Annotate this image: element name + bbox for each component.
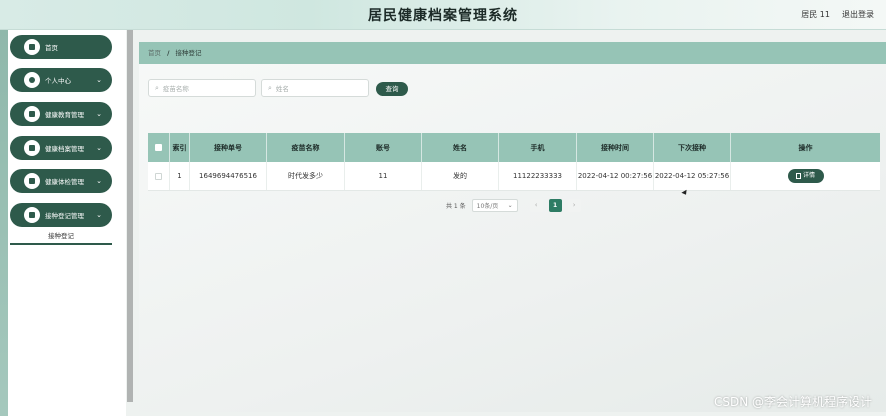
document-icon [795,173,801,179]
current-user: 居民 11 [801,10,830,19]
column-header: 操作 [798,143,813,152]
cell-phone: 11122233333 [499,162,577,190]
breadcrumb-home[interactable]: 首页 [148,49,161,57]
cell-account: 11 [345,162,422,190]
vaccine-name-placeholder: 疫苗名称 [162,85,189,93]
top-header: 居民健康档案管理系统 居民 11 退出登录 [0,0,886,30]
column-header[interactable]: 接种单号 [190,133,267,162]
vaccination-table: 索引 接种单号 疫苗名称 账号 姓名 手机 接种时间 下次接种 操作 1 164… [148,133,880,191]
select-all-cell [148,133,170,162]
cell-vaccine: 时代发多少 [267,162,345,190]
cell-order-no: 1649694476516 [190,162,267,190]
folder-icon [24,140,40,156]
header-user-area: 居民 11 退出登录 [801,9,874,20]
home-icon [24,39,40,55]
user-icon [24,72,40,88]
clipboard-icon [24,173,40,189]
prev-page-button[interactable]: ‹ [529,198,543,212]
chevron-down-icon: ⌄ [96,144,102,152]
cell-name: 发的 [422,162,499,190]
column-header[interactable]: 疫苗名称 [267,133,345,162]
next-page-button[interactable]: › [567,198,581,212]
table-row: 1 1649694476516 时代发多少 11 发的 11122233333 … [148,162,880,191]
breadcrumb: 首页 / 接种登记 [139,42,886,64]
sidebar-item-label: 健康体检管理 [45,178,84,186]
select-all-checkbox[interactable] [155,144,162,151]
chevron-down-icon: ⌄ [96,211,102,219]
search-icon: ⌕ [268,83,272,92]
chevron-down-icon: ⌄ [96,76,102,84]
sidebar-subitem-vaccination-register[interactable]: 接种登记 [10,227,112,245]
sidebar-item-vaccination[interactable]: 接种登记管理 ⌄ [10,203,112,227]
row-select-cell [148,162,170,190]
sidebar-edge [0,30,8,416]
syringe-icon [24,207,40,223]
sidebar-item-health-records[interactable]: 健康档案管理 ⌄ [10,136,112,160]
main-content [139,42,886,412]
detail-button-label: 详情 [802,172,815,179]
sidebar-item-health-checkup[interactable]: 健康体检管理 ⌄ [10,169,112,193]
page-size-select[interactable]: 10条/页 ⌄ [471,198,518,212]
pagination: 共 1 条 10条/页 ⌄ ‹ 1 › [446,198,581,212]
watermark: CSDN @李会计算机程序设计 [713,395,872,409]
column-header[interactable]: 手机 [499,133,577,162]
name-input[interactable]: ⌕ 姓名 [261,79,369,97]
page-size-value: 10条/页 [476,202,499,210]
breadcrumb-current: 接种登记 [175,49,202,57]
sidebar-item-label: 接种登记管理 [45,212,84,220]
column-header[interactable]: 接种时间 [577,133,654,162]
logout-link[interactable]: 退出登录 [842,9,874,20]
sidebar-scrollbar[interactable] [127,30,133,402]
sidebar-item-home[interactable]: 首页 [10,35,112,59]
chevron-down-icon: ⌄ [507,201,513,209]
sidebar-item-health-education[interactable]: 健康教育管理 ⌄ [10,102,112,126]
query-button[interactable]: 查询 [376,82,408,96]
cell-time: 2022-04-12 00:27:56 [577,162,654,190]
app-title: 居民健康档案管理系统 [368,8,518,24]
vaccine-name-input[interactable]: ⌕ 疫苗名称 [148,79,256,97]
row-checkbox[interactable] [155,172,162,180]
column-header[interactable]: 账号 [345,133,422,162]
page-number-active[interactable]: 1 [548,198,562,212]
cell-index: 1 [170,162,190,190]
column-header[interactable]: 下次接种 [654,133,731,162]
sidebar-item-personal-center[interactable]: 个人中心 ⌄ [10,68,112,92]
sidebar-item-label: 健康档案管理 [45,145,84,153]
sidebar-item-label: 健康教育管理 [45,111,84,119]
name-placeholder: 姓名 [275,85,289,93]
column-header: 索引 [170,133,190,162]
column-header[interactable]: 姓名 [422,133,499,162]
cell-next: 2022-04-12 05:27:56 [654,162,731,190]
book-icon [24,106,40,122]
detail-button[interactable]: 详情 [787,169,824,183]
breadcrumb-separator: / [167,49,170,57]
search-icon: ⌕ [155,83,159,92]
sidebar-item-label: 个人中心 [45,77,71,85]
chevron-down-icon: ⌄ [96,110,102,118]
chevron-down-icon: ⌄ [96,177,102,185]
pagination-total: 共 1 条 [446,202,466,210]
table-header: 索引 接种单号 疫苗名称 账号 姓名 手机 接种时间 下次接种 操作 [148,133,880,162]
cell-actions: 详情 [731,162,880,190]
sidebar-item-label: 首页 [45,44,58,52]
